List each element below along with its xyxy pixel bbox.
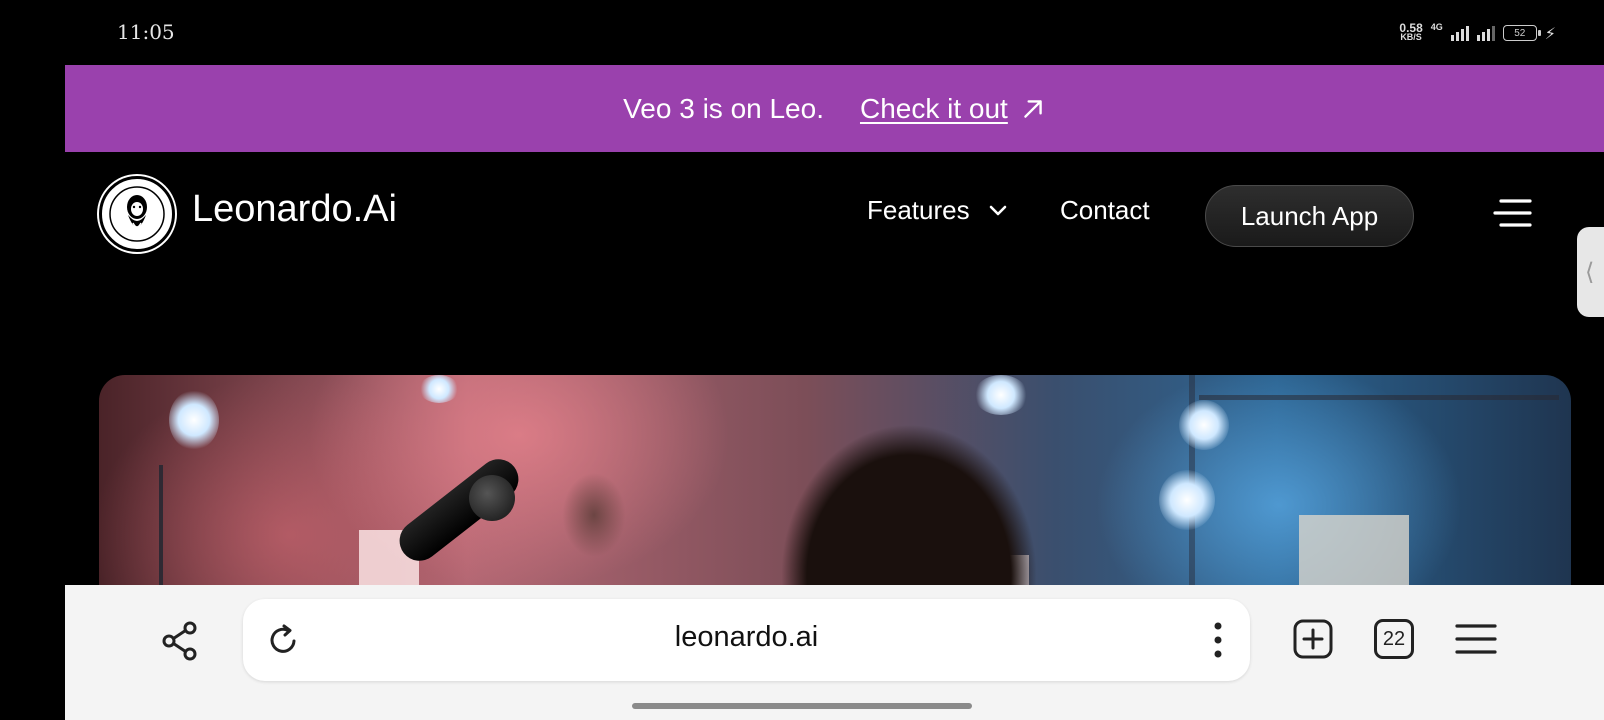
banner-text: Veo 3 is on Leo. (623, 92, 824, 124)
tab-count: 22 (1382, 627, 1406, 650)
network-speed: 0.58 KB/S (1399, 22, 1422, 42)
hamburger-menu-icon[interactable] (1493, 198, 1533, 228)
chevron-left-icon: ⟨ (1585, 258, 1595, 286)
promo-banner: Veo 3 is on Leo. Check it out (65, 65, 1604, 152)
arrow-up-right-icon[interactable] (1020, 96, 1046, 122)
tabs-button[interactable]: 22 (1374, 619, 1414, 659)
more-vertical-icon[interactable] (1212, 621, 1224, 659)
address-bar[interactable]: leonardo.ai (243, 599, 1250, 681)
status-bar: 11:05 0.58 KB/S 4G 52 ⚡ (0, 0, 1604, 65)
nav-features[interactable]: Features (867, 195, 1008, 226)
url-text: leonardo.ai (674, 621, 819, 653)
banner-link[interactable]: Check it out (860, 93, 1008, 125)
new-tab-icon[interactable] (1293, 619, 1333, 659)
chevron-down-icon (989, 205, 1006, 215)
status-time: 11:05 (117, 20, 175, 44)
site-header: Leonardo.Ai Features Contact Launch App (65, 152, 1604, 276)
browser-toolbar: leonardo.ai 22 (65, 585, 1604, 693)
leonardo-logo-icon (109, 186, 165, 242)
side-panel-handle[interactable]: ⟨ (1577, 227, 1604, 317)
signal-icon (1450, 25, 1469, 41)
launch-app-button[interactable]: Launch App (1205, 185, 1414, 247)
gesture-area-left (0, 693, 65, 720)
share-icon[interactable] (160, 620, 202, 662)
status-icons: 0.58 KB/S 4G 52 ⚡ (1399, 21, 1556, 45)
network-type: 4G (1430, 22, 1443, 32)
battery-level: 52 (1514, 27, 1526, 39)
charging-icon: ⚡ (1544, 23, 1556, 43)
network-speed-unit: KB/S (1400, 32, 1422, 42)
signal-icon-2 (1476, 25, 1495, 41)
nav-contact[interactable]: Contact (1060, 195, 1150, 226)
nav-features-label: Features (867, 195, 970, 225)
home-indicator[interactable] (632, 703, 972, 709)
brand-name[interactable]: Leonardo.Ai (192, 188, 397, 231)
screen: 11:05 0.58 KB/S 4G 52 ⚡ Veo 3 is on Leo.… (0, 0, 1604, 720)
logo[interactable] (99, 176, 175, 252)
battery-icon: 52 (1502, 25, 1541, 41)
menu-icon[interactable] (1455, 623, 1497, 655)
